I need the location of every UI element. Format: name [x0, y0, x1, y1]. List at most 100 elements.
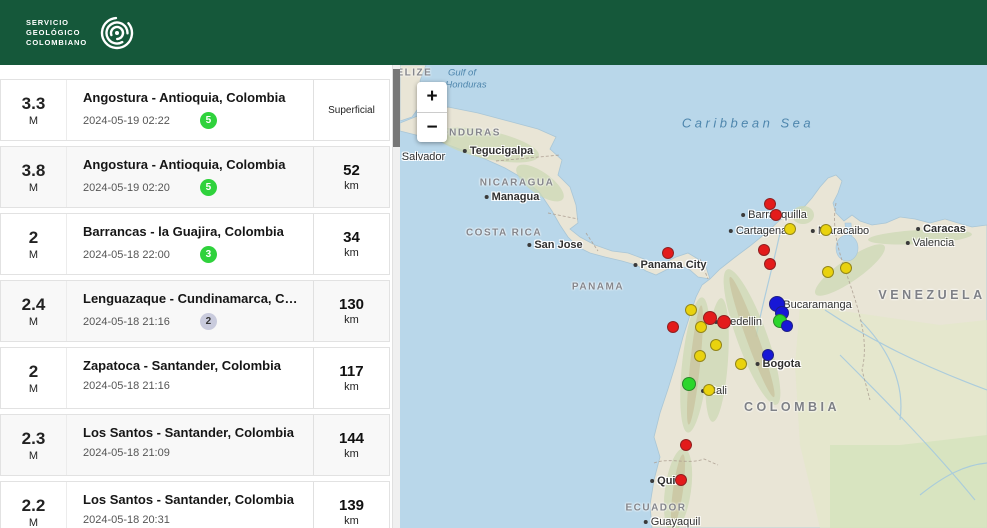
- depth-label: Superficial: [328, 104, 375, 116]
- magnitude-unit: M: [28, 315, 39, 328]
- magnitude-value: 2: [28, 361, 39, 381]
- event-info: Angostura - Antioquia, Colombia 2024-05-1…: [67, 80, 313, 140]
- zoom-in-button[interactable]: +: [417, 82, 447, 112]
- event-datetime: 2024-05-18 20:31: [83, 514, 170, 526]
- logo-line-2: GEOLÓGICO: [26, 27, 81, 37]
- earthquake-list-item[interactable]: 2 M Barrancas - la Guajira, Colombia 2024-0…: [0, 213, 390, 275]
- earthquake-marker[interactable]: [840, 262, 852, 274]
- magnitude-unit: M: [28, 114, 39, 127]
- depth-unit: km: [344, 247, 359, 259]
- event-datetime: 2024-05-18 21:09: [83, 447, 170, 459]
- depth-value: 52: [343, 162, 360, 179]
- event-title: Barrancas - la Guajira, Colombia: [83, 224, 284, 239]
- earthquake-list-item[interactable]: 2 M Zapatoca - Santander, Colombia 2024-05-…: [0, 347, 390, 409]
- event-info: Los Santos - Santander, Colombia 2024-05-…: [67, 415, 313, 475]
- event-title: Zapatoca - Santander, Colombia: [83, 358, 281, 373]
- map-basemap: [400, 65, 987, 528]
- magnitude-cell: 2.3 M: [1, 415, 67, 475]
- magnitude-cell: 2M: [1, 214, 67, 274]
- earthquake-marker[interactable]: [675, 474, 687, 486]
- earthquake-marker[interactable]: [685, 304, 697, 316]
- magnitude-value: 2.3: [21, 428, 46, 448]
- depth-unit: km: [344, 180, 359, 192]
- app-header: SERVICIO GEOLÓGICO COLOMBIANO: [0, 0, 987, 65]
- event-meta: 2024-05-18 21:16: [83, 380, 305, 392]
- intensity-badge: 5: [199, 179, 217, 196]
- logo-line-3: COLOMBIANO: [26, 37, 88, 47]
- zoom-out-button[interactable]: −: [417, 112, 447, 142]
- earthquake-marker[interactable]: [770, 209, 782, 221]
- depth-unit: km: [344, 314, 359, 326]
- depth-cell: 139 km: [313, 482, 389, 528]
- sgc-logo-text: SERVICIO GEOLÓGICO COLOMBIANO: [26, 18, 87, 48]
- earthquake-marker[interactable]: [820, 224, 832, 236]
- scrollbar[interactable]: [392, 65, 400, 528]
- earthquake-marker[interactable]: [822, 266, 834, 278]
- depth-cell: 130 km: [313, 281, 389, 341]
- zoom-control: + −: [417, 82, 447, 142]
- event-meta: 2024-05-19 02:20 5: [83, 179, 305, 196]
- earthquake-list-item[interactable]: 2.2 M Los Santos - Santander, Colombia 2024…: [0, 481, 390, 528]
- depth-unit: km: [344, 381, 359, 393]
- magnitude-unit: M: [28, 382, 39, 395]
- earthquake-marker[interactable]: [784, 223, 796, 235]
- depth-value: 139: [338, 497, 365, 514]
- earthquake-marker[interactable]: [710, 339, 722, 351]
- depth-value: 144: [338, 430, 365, 447]
- depth-value: 130: [338, 296, 365, 313]
- earthquake-marker[interactable]: [662, 247, 674, 259]
- depth-unit: km: [344, 448, 359, 460]
- earthquake-list-item[interactable]: 2.4 M Lenguazaque - Cundinamarca, Colo... 2…: [0, 280, 390, 342]
- earthquake-marker[interactable]: [695, 321, 707, 333]
- depth-cell: 117 km: [313, 348, 389, 408]
- earthquake-list-item[interactable]: 3.8 M Angostura - Antioquia, Colombia 2024-…: [0, 146, 390, 208]
- depth-cell: 52 km: [313, 147, 389, 207]
- event-info: Angostura - Antioquia, Colombia 2024-05-1…: [67, 147, 313, 207]
- event-datetime: 2024-05-18 21:16: [83, 315, 170, 328]
- earthquake-list-item[interactable]: 3.3 M Angostura - Antioquia, Colombia 2024-…: [0, 79, 390, 141]
- event-meta: 2024-05-18 22:00 3: [83, 246, 305, 263]
- sgc-logo[interactable]: SERVICIO GEOLÓGICO COLOMBIANO: [26, 13, 137, 53]
- earthquake-marker[interactable]: [735, 358, 747, 370]
- event-info: Zapatoca - Santander, Colombia 2024-05-18…: [67, 348, 313, 408]
- event-meta: 2024-05-19 02:22 5: [83, 112, 305, 129]
- earthquake-marker[interactable]: [764, 258, 776, 270]
- magnitude-unit: M: [28, 516, 39, 528]
- event-info: Lenguazaque - Cundinamarca, Colo... 2024-…: [67, 281, 313, 341]
- event-title: Angostura - Antioquia, Colombia: [83, 90, 286, 105]
- event-datetime: 2024-05-18 21:16: [83, 380, 170, 392]
- magnitude-cell: 2.4 M: [1, 281, 67, 341]
- magnitude-cell: 2M: [1, 348, 67, 408]
- event-title: Los Santos - Santander, Colombia: [83, 492, 294, 507]
- earthquake-marker[interactable]: [781, 320, 793, 332]
- magnitude-cell: 3.3 M: [1, 80, 67, 140]
- earthquake-list-item[interactable]: 2.3 M Los Santos - Santander, Colombia 2024…: [0, 414, 390, 476]
- intensity-badge: 3: [199, 246, 217, 263]
- event-datetime: 2024-05-19 02:20: [83, 181, 170, 194]
- magnitude-value: 3.3: [21, 93, 46, 113]
- earthquake-marker[interactable]: [680, 439, 692, 451]
- map[interactable]: BELIZEGulf ofHondurasHONDURASSalvadorTeg…: [400, 65, 987, 528]
- earthquake-marker[interactable]: [758, 244, 770, 256]
- depth-unit: km: [344, 515, 359, 527]
- scrollbar-thumb[interactable]: [393, 69, 400, 147]
- event-datetime: 2024-05-18 22:00: [83, 248, 170, 261]
- event-title: Los Santos - Santander, Colombia: [83, 425, 294, 440]
- magnitude-cell: 3.8 M: [1, 147, 67, 207]
- earthquake-marker[interactable]: [762, 349, 774, 361]
- earthquake-marker[interactable]: [667, 321, 679, 333]
- event-meta: 2024-05-18 20:31: [83, 514, 305, 526]
- earthquake-marker[interactable]: [717, 315, 731, 329]
- event-title: Angostura - Antioquia, Colombia: [83, 157, 286, 172]
- spiral-logo-icon: [100, 16, 134, 49]
- magnitude-value: 2.2: [21, 495, 46, 515]
- depth-cell: 144 km: [313, 415, 389, 475]
- event-info: Los Santos - Santander, Colombia 2024-05-…: [67, 482, 313, 528]
- magnitude-value: 2: [28, 227, 39, 247]
- magnitude-value: 3.8: [21, 160, 46, 180]
- magnitude-unit: M: [28, 181, 39, 194]
- event-info: Barrancas - la Guajira, Colombia 2024-05-…: [67, 214, 313, 274]
- earthquake-marker[interactable]: [682, 377, 696, 391]
- earthquake-marker[interactable]: [694, 350, 706, 362]
- earthquake-marker[interactable]: [703, 384, 715, 396]
